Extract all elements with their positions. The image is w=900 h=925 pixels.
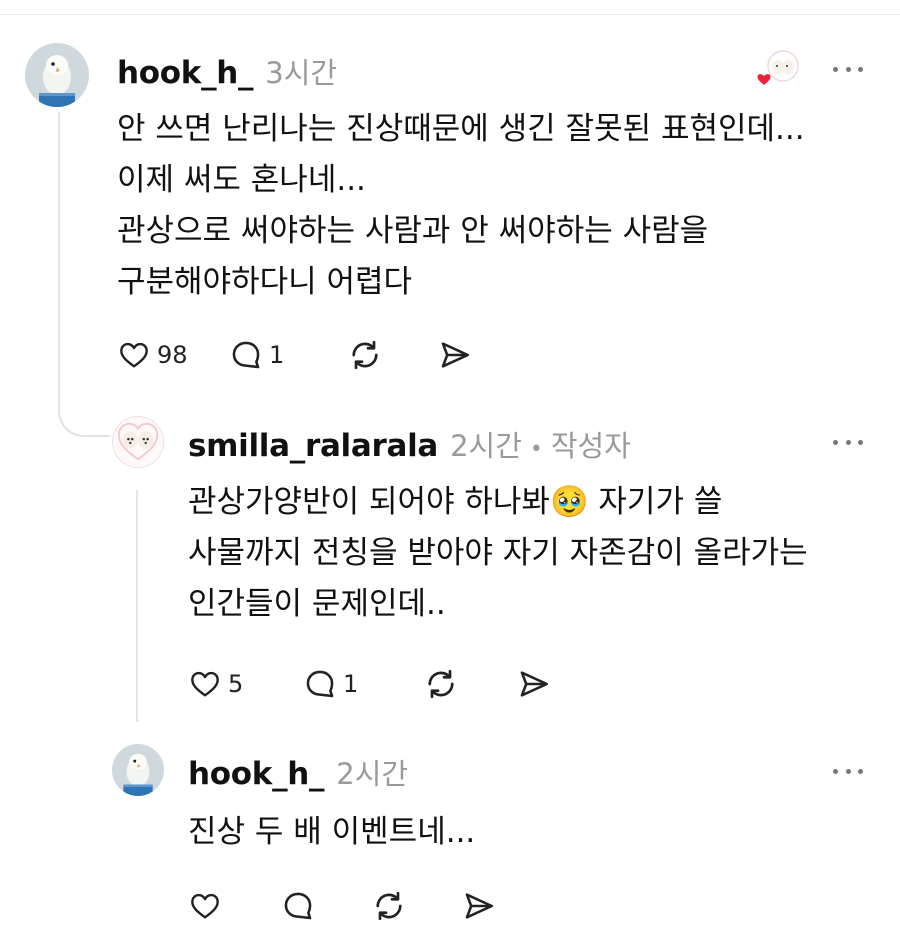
- reply-button[interactable]: 1: [229, 338, 347, 372]
- comment-header: hook_h_ 2시간: [188, 751, 408, 793]
- like-button[interactable]: 98: [117, 339, 229, 371]
- repost-button[interactable]: [423, 666, 516, 702]
- repost-icon: [352, 340, 378, 370]
- avatar[interactable]: [25, 43, 89, 107]
- comment-text-part: 관상가양반이 되어야 하나봐: [188, 484, 550, 520]
- like-count: 5: [228, 670, 244, 698]
- repost-button[interactable]: [371, 888, 461, 924]
- thread-line: [58, 112, 60, 402]
- more-options-icon[interactable]: [833, 64, 863, 74]
- share-button[interactable]: [461, 889, 497, 923]
- username[interactable]: smilla_ralarala: [188, 428, 438, 464]
- reply-count: 1: [269, 341, 285, 369]
- avatar[interactable]: [112, 416, 164, 468]
- send-icon: [441, 342, 470, 368]
- share-button[interactable]: [516, 667, 552, 701]
- like-button[interactable]: [188, 890, 281, 922]
- comment-text: 안 쓰면 난리나는 진상때문에 생긴 잘못된 표현인데... 이제 써도 혼나네…: [117, 111, 805, 300]
- reply-button[interactable]: [281, 889, 371, 923]
- repost-button[interactable]: [347, 337, 437, 373]
- send-icon: [465, 893, 494, 919]
- reply-bubble-icon: [232, 341, 260, 369]
- timestamp: 2시간: [336, 757, 409, 791]
- username[interactable]: hook_h_: [117, 55, 254, 91]
- more-options-icon[interactable]: [833, 766, 863, 776]
- top-divider: [0, 14, 900, 15]
- pleading-face-emoji: 🥹: [549, 484, 589, 520]
- separator-dot: •: [529, 437, 543, 462]
- repost-icon: [376, 891, 402, 921]
- thread-line: [136, 490, 138, 722]
- reply-count: 1: [343, 670, 359, 698]
- reply-button[interactable]: 1: [303, 667, 423, 701]
- parrot-avatar-icon: [25, 43, 89, 107]
- comment-actions: [188, 888, 497, 924]
- comment-actions: 5 1: [188, 666, 552, 702]
- dogs-avatar-icon: [113, 417, 163, 467]
- avatar[interactable]: [112, 744, 164, 796]
- timestamp: 2시간: [450, 429, 522, 463]
- heart-icon: [120, 342, 148, 368]
- timestamp: 3시간: [265, 56, 338, 90]
- comment-header: hook_h_ 3시간: [117, 50, 337, 92]
- reply-bubble-icon: [306, 670, 334, 698]
- like-count: 98: [157, 341, 188, 369]
- comment-actions: 98 1: [117, 337, 473, 373]
- author-tag: 작성자: [550, 429, 631, 463]
- author-liked-icon: [757, 50, 799, 85]
- comment-text: 진상 두 배 이벤트네...: [188, 814, 476, 850]
- heart-icon: [191, 893, 219, 919]
- like-button[interactable]: 5: [188, 668, 303, 700]
- comment-text: 관상가양반이 되어야 하나봐🥹 자기가 쓸 사물까지 전칭을 받아야 자기 자존…: [188, 477, 808, 630]
- author-liked-badge: [755, 48, 799, 88]
- more-options-icon[interactable]: [833, 437, 863, 447]
- repost-icon: [428, 669, 454, 699]
- parrot-avatar-icon: [112, 744, 164, 796]
- thread-connector: [58, 392, 110, 437]
- heart-icon: [191, 671, 219, 697]
- username[interactable]: hook_h_: [188, 756, 325, 792]
- reply-bubble-icon: [284, 892, 312, 920]
- comment-header: smilla_ralarala 2시간 • 작성자: [188, 423, 631, 465]
- send-icon: [520, 671, 549, 697]
- share-button[interactable]: [437, 338, 473, 372]
